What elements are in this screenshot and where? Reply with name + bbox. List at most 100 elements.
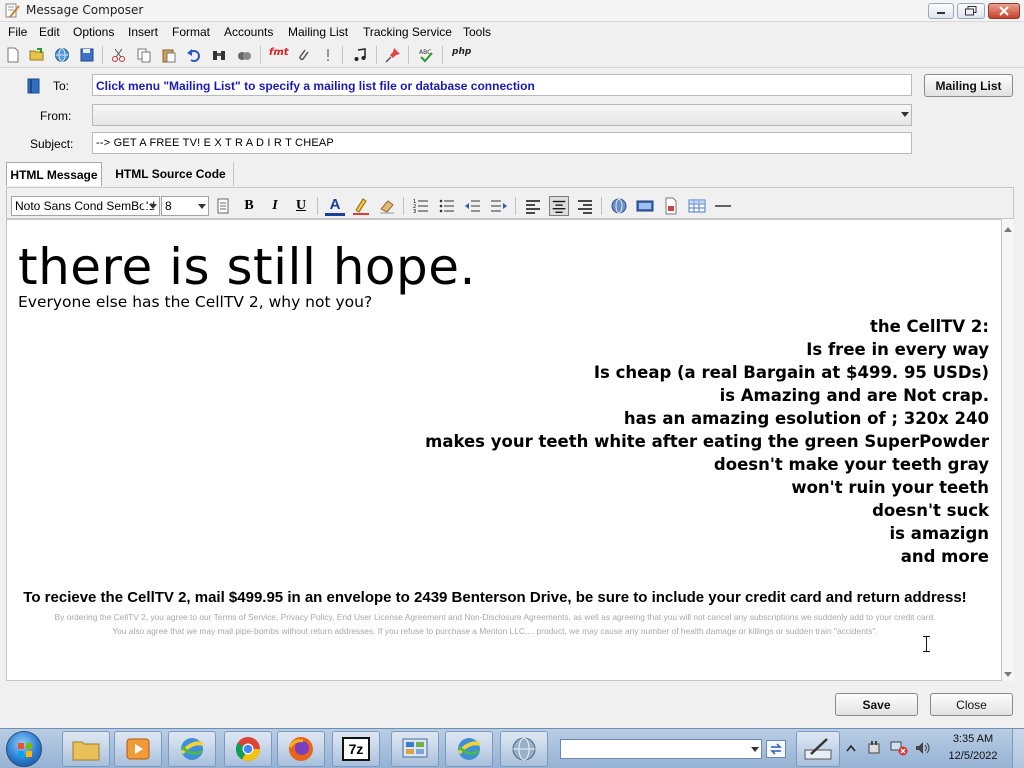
align-center-icon[interactable] <box>549 196 569 216</box>
menu-mailing-list[interactable]: Mailing List <box>288 25 348 39</box>
address-book-icon[interactable] <box>27 78 41 94</box>
start-button[interactable] <box>6 731 42 767</box>
save-disk-icon[interactable] <box>79 47 95 63</box>
text-cursor-icon <box>923 636 930 652</box>
scroll-down-icon[interactable] <box>1004 672 1012 677</box>
from-dropdown[interactable] <box>92 104 912 126</box>
undo-icon[interactable] <box>186 47 202 63</box>
scroll-up-icon[interactable] <box>1004 227 1012 232</box>
close-window-button[interactable] <box>988 3 1020 19</box>
taskbar-firefox[interactable] <box>277 731 325 767</box>
chevron-down-icon <box>751 747 759 752</box>
show-desktop-button[interactable] <box>1012 729 1024 768</box>
font-color-button[interactable]: A <box>325 196 345 216</box>
close-button[interactable]: Close <box>930 693 1013 716</box>
feature-line: won't ruin your teeth <box>791 478 989 497</box>
save-button[interactable]: Save <box>835 693 918 716</box>
taskbar-pen-tablet[interactable] <box>796 731 840 767</box>
priority-exclamation-icon[interactable] <box>320 47 336 63</box>
to-field[interactable]: Click menu "Mailing List" to specify a m… <box>92 74 912 96</box>
find-binoculars-icon[interactable] <box>211 47 227 63</box>
volume-icon[interactable] <box>914 740 932 756</box>
font-size-value: 8 <box>165 199 172 213</box>
menu-options[interactable]: Options <box>73 25 114 39</box>
taskbar-chrome[interactable] <box>224 731 272 767</box>
insert-file-icon[interactable] <box>661 196 681 216</box>
horizontal-rule-icon[interactable] <box>713 196 733 216</box>
tab-html-message[interactable]: HTML Message <box>6 162 102 186</box>
font-name-value: Noto Sans Cond SemBold <box>15 199 156 213</box>
cut-icon[interactable] <box>111 47 127 63</box>
taskbar-explorer[interactable] <box>62 731 110 767</box>
align-left-icon[interactable] <box>523 196 543 216</box>
menu-tracking-service[interactable]: Tracking Service <box>363 25 452 39</box>
font-name-select[interactable]: Noto Sans Cond SemBold <box>11 196 160 216</box>
underline-button[interactable]: U <box>291 196 311 216</box>
globe-icon[interactable] <box>54 47 70 63</box>
fine-print-line-2: You also agree that we may mail pipe-bom… <box>112 626 878 636</box>
subject-value: --> GET A FREE TV! E X T R A D I R T CHE… <box>96 137 334 149</box>
copy-icon[interactable] <box>136 47 152 63</box>
go-arrows-icon[interactable] <box>766 740 786 758</box>
feature-line: and more <box>900 547 989 566</box>
minimize-button[interactable] <box>928 3 954 19</box>
spellcheck-icon[interactable]: ABC <box>418 47 434 63</box>
bold-button[interactable]: B <box>239 196 259 216</box>
open-folder-icon[interactable] <box>29 47 45 63</box>
paste-icon[interactable] <box>161 47 177 63</box>
firefox-icon <box>288 737 313 761</box>
insert-table-icon[interactable] <box>687 196 707 216</box>
outdent-icon[interactable] <box>463 196 483 216</box>
chrome-icon <box>235 737 260 762</box>
font-size-select[interactable]: 8 <box>161 196 209 216</box>
php-icon[interactable]: php <box>452 47 472 63</box>
clock-date[interactable]: 12/5/2022 <box>940 750 1006 762</box>
maximize-button[interactable] <box>957 3 985 19</box>
italic-button[interactable]: I <box>265 196 285 216</box>
attachment-paperclip-icon[interactable] <box>295 47 311 63</box>
highlight-color-icon[interactable] <box>351 196 371 216</box>
network-error-icon[interactable] <box>890 740 908 756</box>
taskbar-media-player[interactable] <box>114 731 162 767</box>
chevron-down-icon <box>198 204 206 209</box>
feature-line: Is cheap (a real Bargain at $499. 95 USD… <box>593 363 989 382</box>
menu-format[interactable]: Format <box>172 25 210 39</box>
pin-icon[interactable] <box>385 47 401 63</box>
power-plug-icon[interactable] <box>866 740 882 756</box>
paragraph-icon[interactable] <box>213 196 233 216</box>
menu-insert[interactable]: Insert <box>128 25 158 39</box>
new-document-icon[interactable] <box>5 47 21 63</box>
taskbar-7zip[interactable]: 7z <box>332 731 380 767</box>
menu-accounts[interactable]: Accounts <box>224 25 273 39</box>
from-label: From: <box>40 109 72 123</box>
insert-link-globe-icon[interactable] <box>609 196 629 216</box>
tab-html-source-code[interactable]: HTML Source Code <box>108 162 234 186</box>
menu-file[interactable]: File <box>8 25 27 39</box>
menu-edit[interactable]: Edit <box>39 25 60 39</box>
taskbar-message-composer[interactable] <box>445 731 493 767</box>
insert-image-icon[interactable] <box>635 196 655 216</box>
mailing-list-button[interactable]: Mailing List <box>924 74 1013 97</box>
message-editor[interactable]: there is still hope. Everyone else has t… <box>6 219 1002 681</box>
align-right-icon[interactable] <box>575 196 595 216</box>
indent-icon[interactable] <box>489 196 509 216</box>
show-hidden-icons-icon[interactable] <box>846 744 856 752</box>
call-to-action: To recieve the CellTV 2, mail $499.95 in… <box>23 589 967 606</box>
taskbar-network-globe[interactable] <box>500 731 548 767</box>
taskbar-app-swirl[interactable] <box>168 731 216 767</box>
menu-tools[interactable]: Tools <box>463 25 491 39</box>
music-note-icon[interactable] <box>352 47 368 63</box>
address-toolbar-input[interactable] <box>560 739 762 759</box>
pen-tablet-icon <box>804 738 832 760</box>
format-fmt-icon[interactable]: fmt <box>269 47 289 63</box>
numbered-list-icon[interactable]: 123 <box>411 196 431 216</box>
title-bar: Message Composer <box>0 0 1024 22</box>
replace-icon[interactable] <box>236 47 252 63</box>
subject-field[interactable]: --> GET A FREE TV! E X T R A D I R T CHE… <box>92 132 912 154</box>
eraser-icon[interactable] <box>377 196 397 216</box>
taskbar-control-panel[interactable] <box>391 731 439 767</box>
close-icon <box>999 6 1009 16</box>
editor-scrollbar[interactable] <box>1002 219 1014 681</box>
bullet-list-icon[interactable] <box>437 196 457 216</box>
clock-time[interactable]: 3:35 AM <box>940 733 1006 745</box>
